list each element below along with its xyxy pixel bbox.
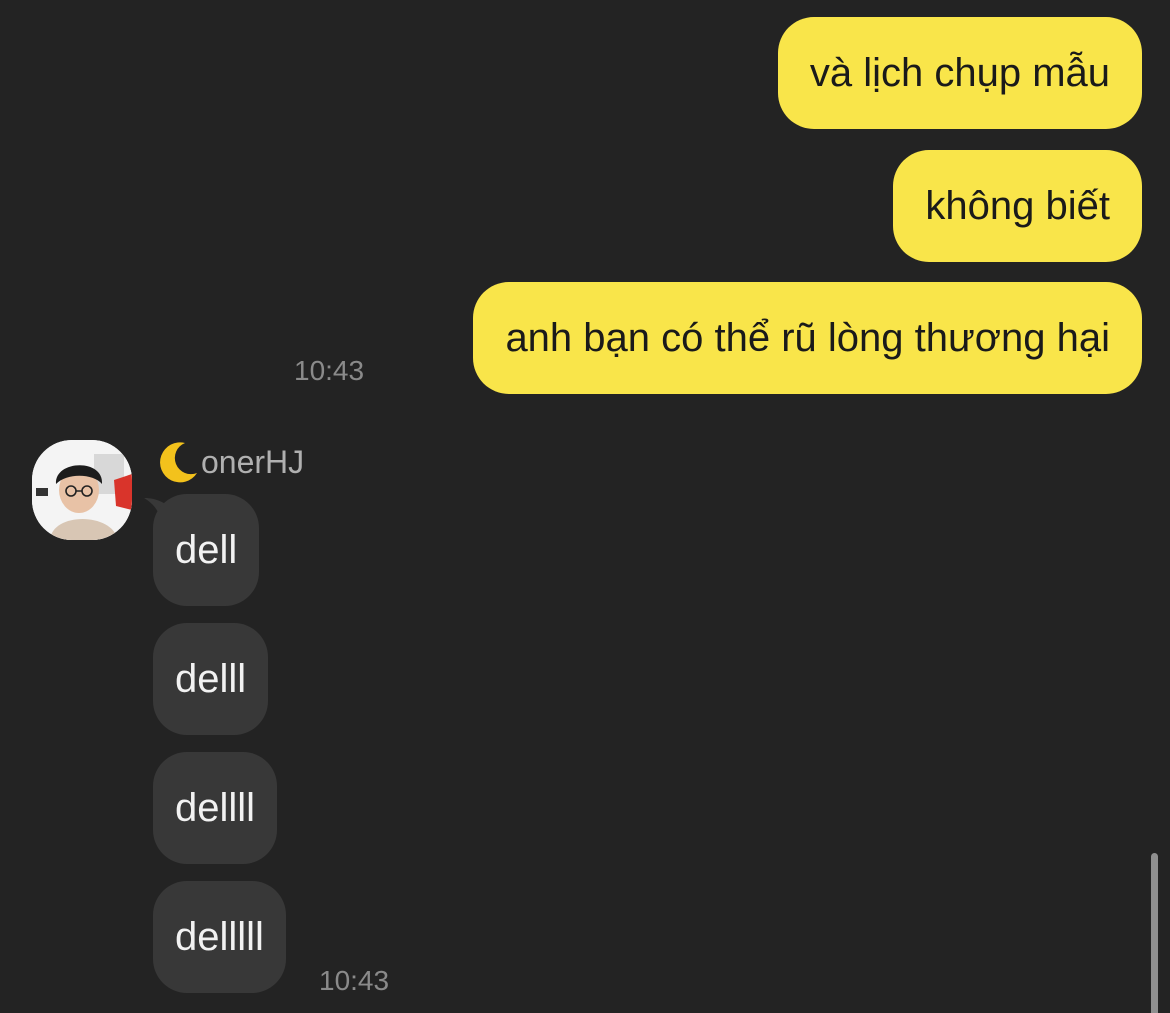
outgoing-timestamp: 10:43 — [294, 355, 365, 386]
sender-name-row: onerHJ — [155, 440, 304, 484]
incoming-timestamp: 10:43 — [319, 965, 390, 996]
outgoing-message[interactable]: anh bạn có thể rũ lòng thương hại — [473, 282, 1142, 394]
avatar[interactable] — [32, 440, 132, 540]
incoming-message[interactable]: delll — [153, 623, 269, 735]
crescent-moon-icon — [155, 439, 201, 485]
incoming-message[interactable]: dellll — [153, 752, 278, 864]
sender-name: onerHJ — [201, 443, 305, 480]
incoming-message[interactable]: delllll — [153, 881, 286, 993]
chat-view: và lịch chụp mẫu không biết anh bạn có t… — [0, 0, 1170, 1013]
incoming-message[interactable]: dell — [153, 494, 260, 606]
outgoing-message[interactable]: không biết — [893, 150, 1142, 262]
avatar-photo — [32, 440, 132, 540]
outgoing-message[interactable]: và lịch chụp mẫu — [777, 17, 1142, 129]
scrollbar[interactable] — [1151, 853, 1158, 1013]
